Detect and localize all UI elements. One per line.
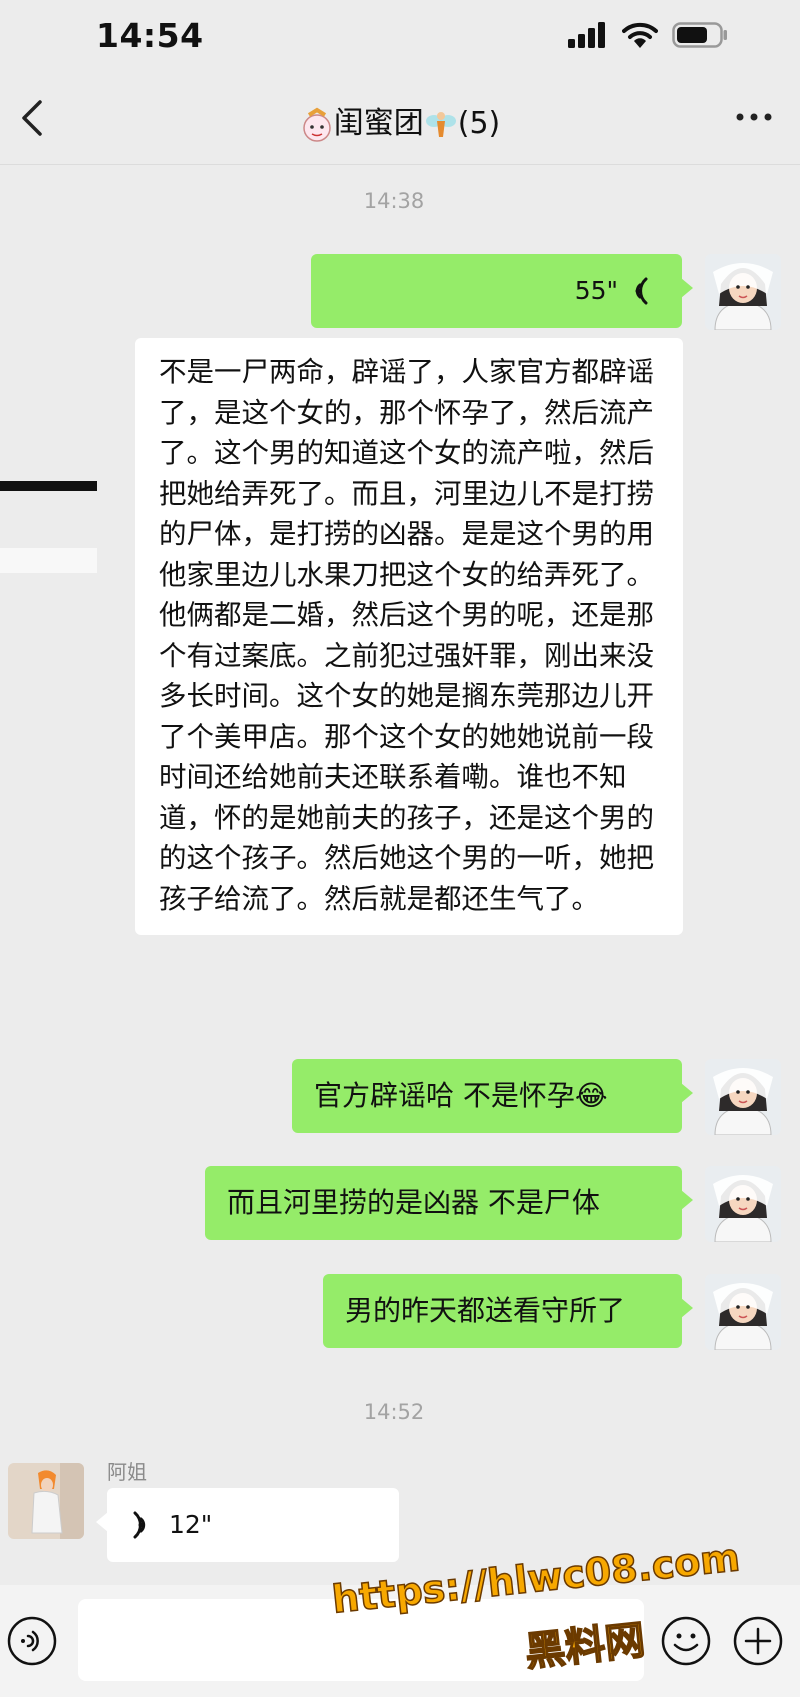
emoji-icon[interactable] (660, 1615, 712, 1667)
time-divider: 14:52 (363, 1400, 425, 1424)
voice-message-in[interactable]: 12" (96, 1488, 399, 1562)
plus-icon[interactable] (732, 1615, 784, 1667)
status-icons (568, 22, 728, 48)
my-avatar[interactable] (705, 1166, 781, 1242)
avatar-illustration (705, 1166, 781, 1242)
my-avatar[interactable] (705, 1274, 781, 1350)
sender-name: 阿姐 (107, 1460, 147, 1484)
fairy-emoji-icon (425, 111, 456, 137)
voice-duration: 12" (169, 1510, 213, 1539)
message-text: 不是一尸两命，辟谣了，人家官方都辟谣了，是这个女的，那个怀孕了，然后流产了。这个… (159, 356, 654, 915)
status-bar: 14:54 (0, 0, 800, 72)
outgoing-message-2[interactable]: 而且河里捞的是凶器 不是尸体 (205, 1166, 693, 1240)
incoming-long-message[interactable]: 不是一尸两命，辟谣了，人家官方都辟谣了，是这个女的，那个怀孕了，然后流产了。这个… (135, 338, 683, 935)
my-avatar[interactable] (705, 254, 781, 330)
signal-icon (568, 22, 605, 48)
avatar-illustration (705, 1274, 781, 1350)
more-icon (736, 113, 772, 121)
battery-icon (672, 22, 727, 48)
left-edge-light-strip (0, 548, 97, 573)
outgoing-message-1[interactable]: 官方辟谣哈 不是怀孕😂 (292, 1059, 693, 1133)
voice-duration: 55" (574, 276, 618, 305)
voice-mode-icon[interactable] (6, 1615, 58, 1667)
cartoon-emoji-icon (303, 107, 331, 142)
wifi-icon (622, 22, 658, 48)
voice-message-out[interactable]: 55" (311, 254, 693, 328)
message-text: 官方辟谣哈 不是怀孕😂 (314, 1079, 608, 1112)
member-count: (5) (457, 106, 501, 141)
left-edge-dark-strip (0, 481, 97, 491)
voice-wave-icon (635, 277, 648, 305)
voice-wave-icon (133, 1511, 146, 1539)
my-avatar[interactable] (705, 1059, 781, 1135)
time-divider: 14:38 (363, 189, 425, 213)
avatar-illustration (705, 254, 781, 330)
avatar-photo (8, 1463, 84, 1539)
chat-title: 闺蜜团 (5) (0, 98, 800, 143)
message-text: 男的昨天都送看守所了 (345, 1294, 626, 1327)
more-button[interactable] (732, 102, 776, 132)
avatar-illustration (705, 1059, 781, 1135)
outgoing-message-3[interactable]: 男的昨天都送看守所了 (323, 1274, 693, 1348)
chat-title-text: 闺蜜团 (333, 106, 424, 141)
message-text: 而且河里捞的是凶器 不是尸体 (227, 1186, 600, 1219)
status-time: 14:54 (96, 16, 204, 55)
sender-avatar[interactable] (8, 1463, 84, 1539)
chat-header: 闺蜜团 (5) (0, 72, 800, 165)
